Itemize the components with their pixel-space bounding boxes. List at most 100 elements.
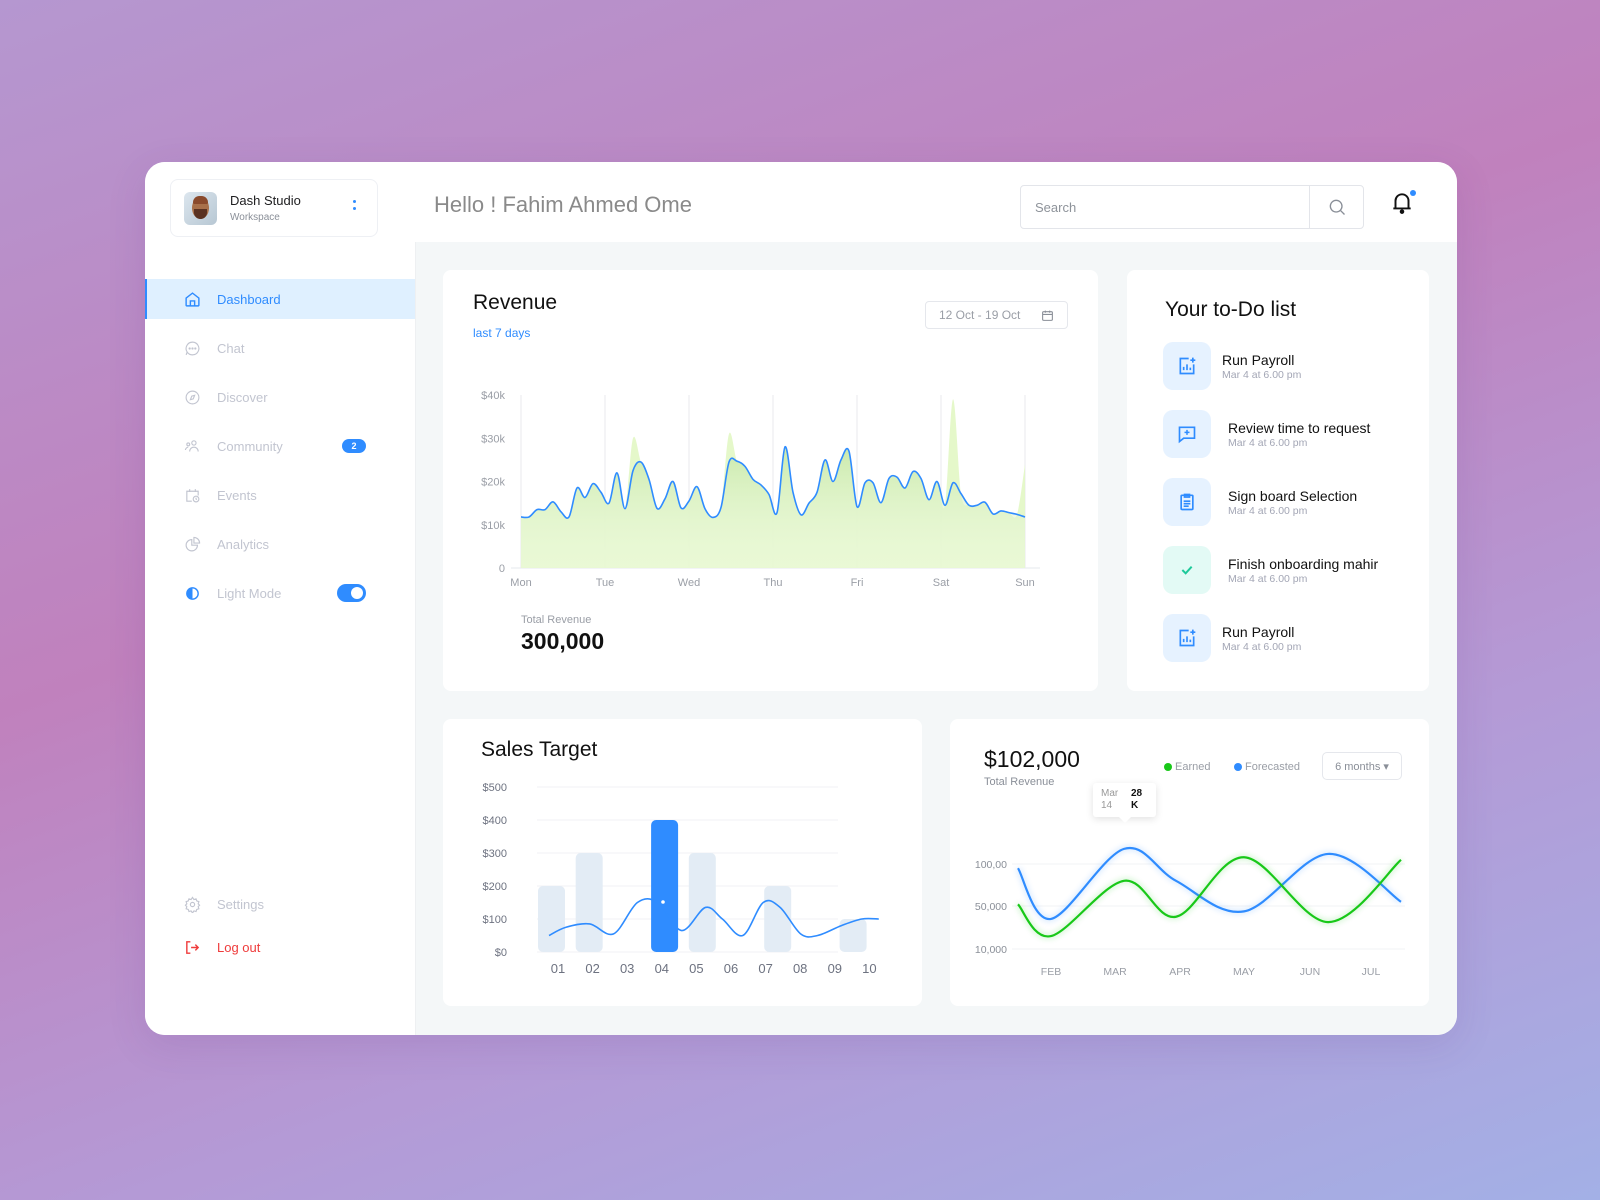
x-tick-label: JUN (1300, 966, 1320, 978)
sidebar-item-chat[interactable]: Chat (145, 328, 415, 368)
logout-button[interactable]: Log out (145, 927, 415, 967)
y-tick-label: $10k (481, 520, 505, 532)
sidebar-item-dashboard[interactable]: Dashboard (145, 279, 415, 319)
chart-plus-icon (1163, 342, 1211, 390)
tooltip-value-unit: K (1131, 800, 1139, 811)
todo-item-title: Run Payroll (1222, 624, 1295, 640)
tooltip-value: 28 (1131, 788, 1143, 799)
y-tick-label: 0 (499, 563, 505, 575)
calendar-clock-icon (183, 486, 201, 504)
sidebar-item-label: Events (217, 487, 257, 503)
bar (575, 853, 603, 952)
todo-item-time: Mar 4 at 6.00 pm (1228, 505, 1308, 517)
todo-item-title: Run Payroll (1222, 352, 1295, 368)
earnings-chart: 10,000 50,000 100,00 FEB MAR APR MAY JUN JUL (975, 845, 1405, 978)
y-tick-label: $200 (483, 881, 507, 893)
y-tick-label: $100 (483, 914, 507, 926)
y-tick-label: 100,00 (975, 859, 1007, 871)
x-tick-label: FEB (1041, 966, 1061, 978)
todo-item-title: Review time to request (1228, 420, 1371, 436)
x-tick-label: 08 (793, 961, 807, 976)
highlight-dot (661, 900, 665, 904)
y-tick-label: $300 (483, 848, 507, 860)
todo-item-time: Mar 4 at 6.00 pm (1222, 641, 1302, 653)
x-tick-label: Wed (678, 577, 700, 589)
sidebar-item-events[interactable]: Events (145, 475, 415, 515)
date-range-picker[interactable]: 12 Oct - 19 Oct (925, 301, 1068, 329)
workspace-subtitle: Workspace (230, 212, 280, 223)
y-tick-label: 10,000 (975, 944, 1007, 956)
revenue-title: Revenue (473, 291, 558, 314)
sidebar-item-label: Analytics (217, 536, 270, 552)
message-sparkle-icon (1163, 410, 1211, 458)
avatar (184, 191, 217, 225)
gear-icon (183, 895, 201, 913)
bar (764, 886, 792, 952)
community-count-badge: 2 (342, 439, 366, 453)
tooltip-date: Mar (1101, 788, 1119, 799)
todo-item[interactable]: Review time to request Mar 4 at 6.00 pm (1163, 410, 1423, 460)
sidebar-item-community[interactable]: Community 2 (145, 426, 415, 466)
date-range-value: 12 Oct - 19 Oct (939, 308, 1021, 322)
earnings-card: $102,000 Total Revenue Earned Forecasted… (950, 719, 1429, 1006)
x-tick-label: 05 (689, 961, 703, 976)
workspace-name: Dash Studio (230, 193, 301, 208)
bar (688, 853, 716, 952)
revenue-period-link[interactable]: last 7 days (473, 326, 530, 340)
revenue-chart: 0 $10k $20k $30k $40k Mon Tue Wed Thu Fri Sat Sun (481, 390, 1040, 589)
logout-icon (183, 938, 201, 956)
light-mode-toggle[interactable] (337, 584, 366, 602)
todo-item[interactable]: Finish onboarding mahir Mar 4 at 6.00 pm (1163, 546, 1423, 596)
todo-item[interactable]: Run Payroll Mar 4 at 6.00 pm (1163, 342, 1423, 392)
sidebar-item-label: Chat (217, 340, 245, 356)
sidebar-item-label: Dashboard (217, 291, 281, 307)
sidebar-item-analytics[interactable]: Analytics (145, 524, 415, 564)
home-icon (183, 290, 201, 308)
x-tick-label: 06 (724, 961, 738, 976)
x-tick-label: 10 (862, 961, 876, 976)
y-tick-label: $400 (483, 815, 507, 827)
chat-icon (183, 339, 201, 357)
x-tick-label: JUL (1362, 966, 1381, 978)
y-tick-label: $30k (481, 433, 505, 445)
bar (538, 886, 565, 952)
clipboard-icon (1163, 478, 1211, 526)
todo-item[interactable]: Sign board Selection Mar 4 at 6.00 pm (1163, 478, 1423, 528)
search-input[interactable] (1021, 186, 1309, 228)
search-button[interactable] (1309, 186, 1363, 228)
compass-icon (183, 388, 201, 406)
workspace-switcher[interactable]: Dash Studio Workspace (170, 179, 378, 237)
search-box (1020, 185, 1364, 229)
x-tick-label: 09 (828, 961, 842, 976)
calendar-icon (1042, 310, 1053, 321)
x-tick-label: Thu (764, 577, 783, 589)
notifications-button[interactable] (1389, 190, 1419, 220)
todo-item[interactable]: Run Payroll Mar 4 at 6.00 pm (1163, 614, 1423, 664)
more-options-icon[interactable] (353, 200, 357, 210)
todo-item-time: Mar 4 at 6.00 pm (1228, 437, 1308, 449)
x-tick-label: 07 (758, 961, 772, 976)
y-tick-label: $0 (495, 947, 507, 959)
bar (651, 820, 679, 952)
sidebar-item-discover[interactable]: Discover (145, 377, 415, 417)
todo-title: Your to-Do list (1165, 298, 1297, 321)
revenue-card: Revenue last 7 days 12 Oct - 19 Oct 0 $10… (443, 270, 1098, 691)
x-tick-label: Tue (596, 577, 615, 589)
notification-dot (1410, 190, 1416, 196)
x-tick-label: 01 (551, 961, 565, 976)
tooltip-date-day: 14 (1101, 800, 1113, 811)
sidebar: Dash Studio Workspace Dashboard Chat Dis… (145, 162, 415, 1035)
y-tick-label: 50,000 (975, 901, 1007, 913)
search-icon (1329, 199, 1345, 215)
greeting-title: Hello ! Fahim Ahmed Ome (434, 192, 692, 217)
top-header: Hello ! Fahim Ahmed Ome (415, 162, 1457, 242)
sidebar-item-settings[interactable]: Settings (145, 884, 415, 924)
x-tick-label: 02 (585, 961, 599, 976)
todo-card: Your to-Do list Run Payroll Mar 4 at 6.0… (1127, 270, 1429, 691)
sidebar-item-label: Log out (217, 939, 261, 955)
x-tick-label: MAY (1233, 966, 1255, 978)
todo-item-time: Mar 4 at 6.00 pm (1222, 369, 1302, 381)
sidebar-item-label: Light Mode (217, 585, 282, 601)
total-revenue-label: Total Revenue (521, 614, 592, 626)
todo-item-title: Sign board Selection (1228, 488, 1358, 504)
